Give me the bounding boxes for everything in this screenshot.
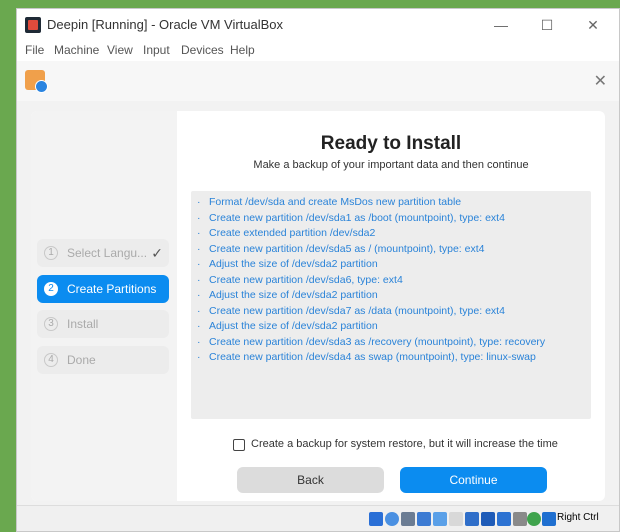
title-bar: Deepin [Running] - Oracle VM VirtualBox … bbox=[17, 9, 619, 41]
step-label: Create Partitions bbox=[67, 282, 157, 296]
step-number: 3 bbox=[44, 317, 58, 331]
installer-close-icon[interactable]: ✕ bbox=[594, 71, 607, 91]
video-capture-icon[interactable] bbox=[481, 512, 495, 526]
menu-machine[interactable]: Machine bbox=[54, 43, 99, 57]
page-subtitle: Make a backup of your important data and… bbox=[253, 159, 529, 171]
step-install: 3 Install bbox=[37, 310, 169, 338]
list-item: Create new partition /dev/sda3 as /recov… bbox=[197, 335, 591, 351]
step-label: Select Langu... bbox=[67, 246, 148, 260]
list-item: Create new partition /dev/sda7 as /data … bbox=[197, 304, 591, 320]
list-item: Adjust the size of /dev/sda2 partition bbox=[197, 257, 591, 273]
step-create-partitions: 2 Create Partitions bbox=[37, 275, 169, 303]
list-item: Create new partition /dev/sda1 as /boot … bbox=[197, 211, 591, 227]
list-item: Adjust the size of /dev/sda2 partition bbox=[197, 319, 591, 335]
installer-icon bbox=[25, 70, 48, 93]
step-done: 4 Done bbox=[37, 346, 169, 374]
backup-checkbox-label[interactable]: Create a backup for system restore, but … bbox=[251, 438, 558, 450]
list-item: Create new partition /dev/sda6, type: ex… bbox=[197, 273, 591, 289]
menu-file[interactable]: File bbox=[25, 43, 44, 57]
shared-folder-icon[interactable] bbox=[449, 512, 463, 526]
cpu-icon[interactable] bbox=[513, 512, 527, 526]
host-key-label: Right Ctrl bbox=[557, 512, 599, 523]
menu-devices[interactable]: Devices bbox=[181, 43, 224, 57]
usb-icon[interactable] bbox=[433, 512, 447, 526]
virtualbox-app-icon bbox=[25, 17, 41, 33]
audio-icon[interactable] bbox=[401, 512, 415, 526]
menu-bar: File Machine View Input Devices Help bbox=[17, 41, 619, 61]
step-label: Install bbox=[67, 317, 99, 331]
menu-help[interactable]: Help bbox=[230, 43, 255, 57]
vm-status-bar: Right Ctrl bbox=[17, 505, 619, 531]
menu-view[interactable]: View bbox=[107, 43, 133, 57]
page-title: Ready to Install bbox=[320, 133, 462, 154]
continue-button[interactable]: Continue bbox=[400, 467, 547, 493]
step-number: 2 bbox=[44, 282, 58, 296]
vm-display[interactable]: ✕ 1 Select Langu... ✓ 2 Create Partition… bbox=[17, 61, 619, 505]
optical-drive-icon[interactable] bbox=[385, 512, 399, 526]
step-number: 4 bbox=[44, 353, 58, 367]
display-icon[interactable] bbox=[465, 512, 479, 526]
step-select-language: 1 Select Langu... ✓ bbox=[37, 239, 169, 267]
list-item: Create new partition /dev/sda4 as swap (… bbox=[197, 350, 591, 366]
list-item: Create extended partition /dev/sda2 bbox=[197, 226, 591, 242]
installer-header: ✕ bbox=[17, 61, 619, 101]
back-button[interactable]: Back bbox=[237, 467, 384, 493]
host-key-arrow-icon[interactable] bbox=[542, 512, 556, 526]
window-title: Deepin [Running] - Oracle VM VirtualBox bbox=[47, 17, 284, 32]
network-icon[interactable] bbox=[417, 512, 431, 526]
list-item: Format /dev/sda and create MsDos new par… bbox=[197, 195, 591, 211]
steps-sidebar: 1 Select Langu... ✓ 2 Create Partitions … bbox=[31, 111, 177, 501]
maximize-button[interactable]: ☐ bbox=[535, 15, 559, 35]
hard-disk-icon[interactable] bbox=[369, 512, 383, 526]
list-item: Adjust the size of /dev/sda2 partition bbox=[197, 288, 591, 304]
virtualbox-window: Deepin [Running] - Oracle VM VirtualBox … bbox=[16, 8, 620, 532]
installer-panel: 1 Select Langu... ✓ 2 Create Partitions … bbox=[31, 111, 605, 501]
minimize-button[interactable]: — bbox=[489, 15, 513, 35]
step-label: Done bbox=[67, 353, 96, 367]
list-item: Create new partition /dev/sda5 as / (mou… bbox=[197, 242, 591, 258]
close-button[interactable]: ✕ bbox=[581, 15, 605, 35]
step-number: 1 bbox=[44, 246, 58, 260]
checkmark-icon: ✓ bbox=[151, 245, 163, 261]
partition-operations-list[interactable]: Format /dev/sda and create MsDos new par… bbox=[191, 191, 591, 419]
recording-icon[interactable] bbox=[497, 512, 511, 526]
install-summary: Ready to Install Make a backup of your i… bbox=[177, 111, 605, 501]
mouse-integration-icon[interactable] bbox=[527, 512, 541, 526]
backup-checkbox[interactable] bbox=[233, 439, 245, 451]
menu-input[interactable]: Input bbox=[143, 43, 170, 57]
